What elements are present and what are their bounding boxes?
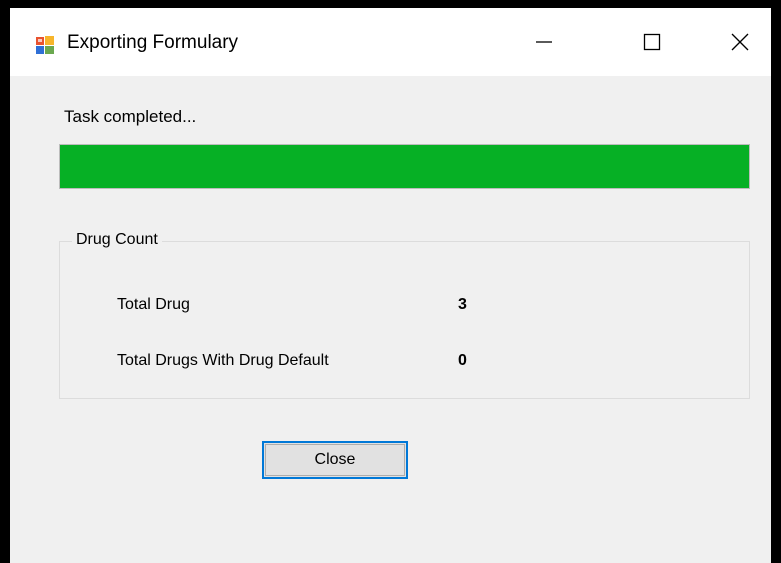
total-drug-default-value: 0 <box>458 352 467 369</box>
maximize-icon <box>643 33 661 51</box>
minimize-icon <box>536 41 552 43</box>
progress-bar <box>59 144 750 189</box>
close-window-button[interactable] <box>718 22 762 62</box>
export-dialog: Exporting Formulary Task completed... Dr… <box>10 8 771 563</box>
window-title: Exporting Formulary <box>67 32 239 53</box>
status-message: Task completed... <box>64 107 197 126</box>
close-button[interactable]: Close <box>262 441 408 479</box>
minimize-button[interactable] <box>522 22 566 62</box>
group-title: Drug Count <box>72 231 162 249</box>
total-drug-label: Total Drug <box>117 296 190 313</box>
close-button-label: Close <box>265 444 405 476</box>
maximize-button[interactable] <box>630 22 674 62</box>
close-icon <box>731 33 749 51</box>
progress-fill <box>60 145 749 188</box>
total-drug-default-label: Total Drugs With Drug Default <box>117 352 329 369</box>
drug-count-group: Drug Count Total Drug 3 Total Drugs With… <box>59 231 750 399</box>
title-bar[interactable]: Exporting Formulary <box>10 8 771 76</box>
total-drug-value: 3 <box>458 296 467 313</box>
app-icon <box>35 35 55 55</box>
